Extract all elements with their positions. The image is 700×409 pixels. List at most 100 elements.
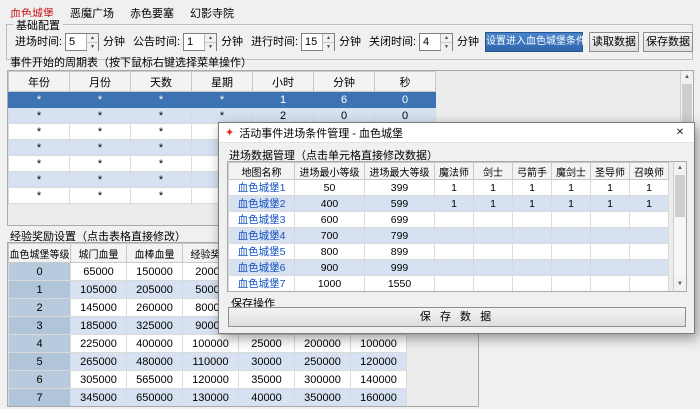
cell[interactable]: 700 <box>295 228 365 244</box>
cell[interactable] <box>591 276 630 292</box>
cell[interactable]: * <box>131 140 192 156</box>
entry-time-input[interactable] <box>66 34 86 50</box>
cell[interactable]: 185000 <box>71 317 127 335</box>
cell[interactable]: * <box>9 92 70 108</box>
cell[interactable] <box>513 212 552 228</box>
cell[interactable]: 100000 <box>351 335 407 353</box>
cell[interactable]: * <box>131 188 192 204</box>
close-time-input[interactable] <box>420 34 440 50</box>
cell[interactable] <box>435 228 474 244</box>
cell[interactable] <box>591 244 630 260</box>
cell[interactable]: 305000 <box>71 371 127 389</box>
cell[interactable]: 345000 <box>71 389 127 407</box>
column-header[interactable]: 进场最大等级 <box>365 163 435 180</box>
cell[interactable] <box>513 228 552 244</box>
cell[interactable] <box>630 212 669 228</box>
cell[interactable]: 800 <box>295 244 365 260</box>
cell[interactable] <box>474 212 513 228</box>
cell[interactable]: 1 <box>552 180 591 196</box>
cell[interactable]: 110000 <box>183 353 239 371</box>
announce-time-spinner[interactable]: ▲ ▼ <box>183 33 217 51</box>
cell[interactable]: * <box>131 92 192 108</box>
cell[interactable]: 480000 <box>127 353 183 371</box>
cell[interactable]: 160000 <box>351 389 407 407</box>
cell[interactable]: * <box>9 172 70 188</box>
close-time-spinner[interactable]: ▲ ▼ <box>419 33 453 51</box>
cell[interactable]: * <box>131 124 192 140</box>
cell[interactable]: 1000 <box>295 276 365 292</box>
tab-illusion-temple[interactable]: 幻影寺院 <box>190 5 234 21</box>
cell[interactable] <box>513 260 552 276</box>
column-header[interactable]: 血棒血量 <box>127 244 183 263</box>
cell[interactable]: * <box>70 188 131 204</box>
cell[interactable] <box>435 276 474 292</box>
cell[interactable]: * <box>70 92 131 108</box>
cell[interactable]: * <box>9 140 70 156</box>
cell[interactable]: 205000 <box>127 281 183 299</box>
cell[interactable] <box>435 244 474 260</box>
column-header[interactable]: 魔法师 <box>435 163 474 180</box>
cell[interactable]: 1 <box>513 180 552 196</box>
cell[interactable] <box>552 276 591 292</box>
cell[interactable] <box>630 276 669 292</box>
spin-up-icon[interactable]: ▲ <box>205 34 216 42</box>
cell[interactable]: 4 <box>9 335 71 353</box>
cell[interactable] <box>474 276 513 292</box>
cell[interactable]: 799 <box>365 228 435 244</box>
cell[interactable] <box>591 228 630 244</box>
cell[interactable]: 1 <box>513 196 552 212</box>
column-header[interactable]: 地图名称 <box>229 163 295 180</box>
close-icon[interactable]: ✕ <box>666 127 694 138</box>
cell[interactable]: 250000 <box>295 353 351 371</box>
cell[interactable]: 1 <box>591 180 630 196</box>
cell[interactable]: 400 <box>295 196 365 212</box>
cell[interactable]: 1 <box>435 196 474 212</box>
scroll-up-icon[interactable]: ▲ <box>681 71 693 84</box>
cell[interactable]: 225000 <box>71 335 127 353</box>
cell[interactable]: * <box>131 108 192 124</box>
cell[interactable]: * <box>131 172 192 188</box>
cell[interactable]: 999 <box>365 260 435 276</box>
cell[interactable]: 140000 <box>351 371 407 389</box>
cell[interactable]: 30000 <box>239 353 295 371</box>
column-header[interactable]: 弓箭手 <box>513 163 552 180</box>
spin-down-icon[interactable]: ▼ <box>205 42 216 51</box>
cell[interactable]: 650000 <box>127 389 183 407</box>
cell[interactable]: 900 <box>295 260 365 276</box>
dialog-save-button[interactable]: 保 存 数 据 <box>228 307 686 327</box>
column-header[interactable]: 魔剑士 <box>552 163 591 180</box>
spin-up-icon[interactable]: ▲ <box>87 34 98 42</box>
column-header[interactable]: 圣导师 <box>591 163 630 180</box>
cell[interactable]: * <box>9 108 70 124</box>
tab-crimson-fortress[interactable]: 赤色要塞 <box>130 5 174 21</box>
cell[interactable]: 50 <box>295 180 365 196</box>
cell[interactable]: * <box>70 156 131 172</box>
cell[interactable]: 1 <box>591 196 630 212</box>
cell[interactable] <box>552 244 591 260</box>
save-data-button[interactable]: 保存数据 <box>643 32 693 52</box>
cell[interactable] <box>552 212 591 228</box>
cell[interactable]: 100000 <box>183 335 239 353</box>
cell[interactable]: 35000 <box>239 371 295 389</box>
cell[interactable] <box>513 244 552 260</box>
scrollbar-thumb[interactable] <box>682 84 692 126</box>
cell[interactable]: 血色城堡7 <box>229 276 295 292</box>
cell[interactable]: 120000 <box>351 353 407 371</box>
scrollbar-track[interactable] <box>674 175 686 278</box>
scroll-up-icon[interactable]: ▲ <box>674 162 686 175</box>
cell[interactable]: * <box>9 188 70 204</box>
cell[interactable]: 899 <box>365 244 435 260</box>
cell[interactable]: 350000 <box>295 389 351 407</box>
column-header[interactable]: 剑士 <box>474 163 513 180</box>
cell[interactable]: 1 <box>630 196 669 212</box>
spin-down-icon[interactable]: ▼ <box>323 42 334 51</box>
spin-down-icon[interactable]: ▼ <box>87 42 98 51</box>
cell[interactable]: 65000 <box>71 263 127 281</box>
cell[interactable]: 2 <box>9 299 71 317</box>
cell[interactable]: * <box>70 124 131 140</box>
cell[interactable]: 599 <box>365 196 435 212</box>
cell[interactable]: 血色城堡2 <box>229 196 295 212</box>
cell[interactable]: 7 <box>9 389 71 407</box>
cell[interactable]: 265000 <box>71 353 127 371</box>
column-header[interactable]: 秒 <box>375 72 436 92</box>
